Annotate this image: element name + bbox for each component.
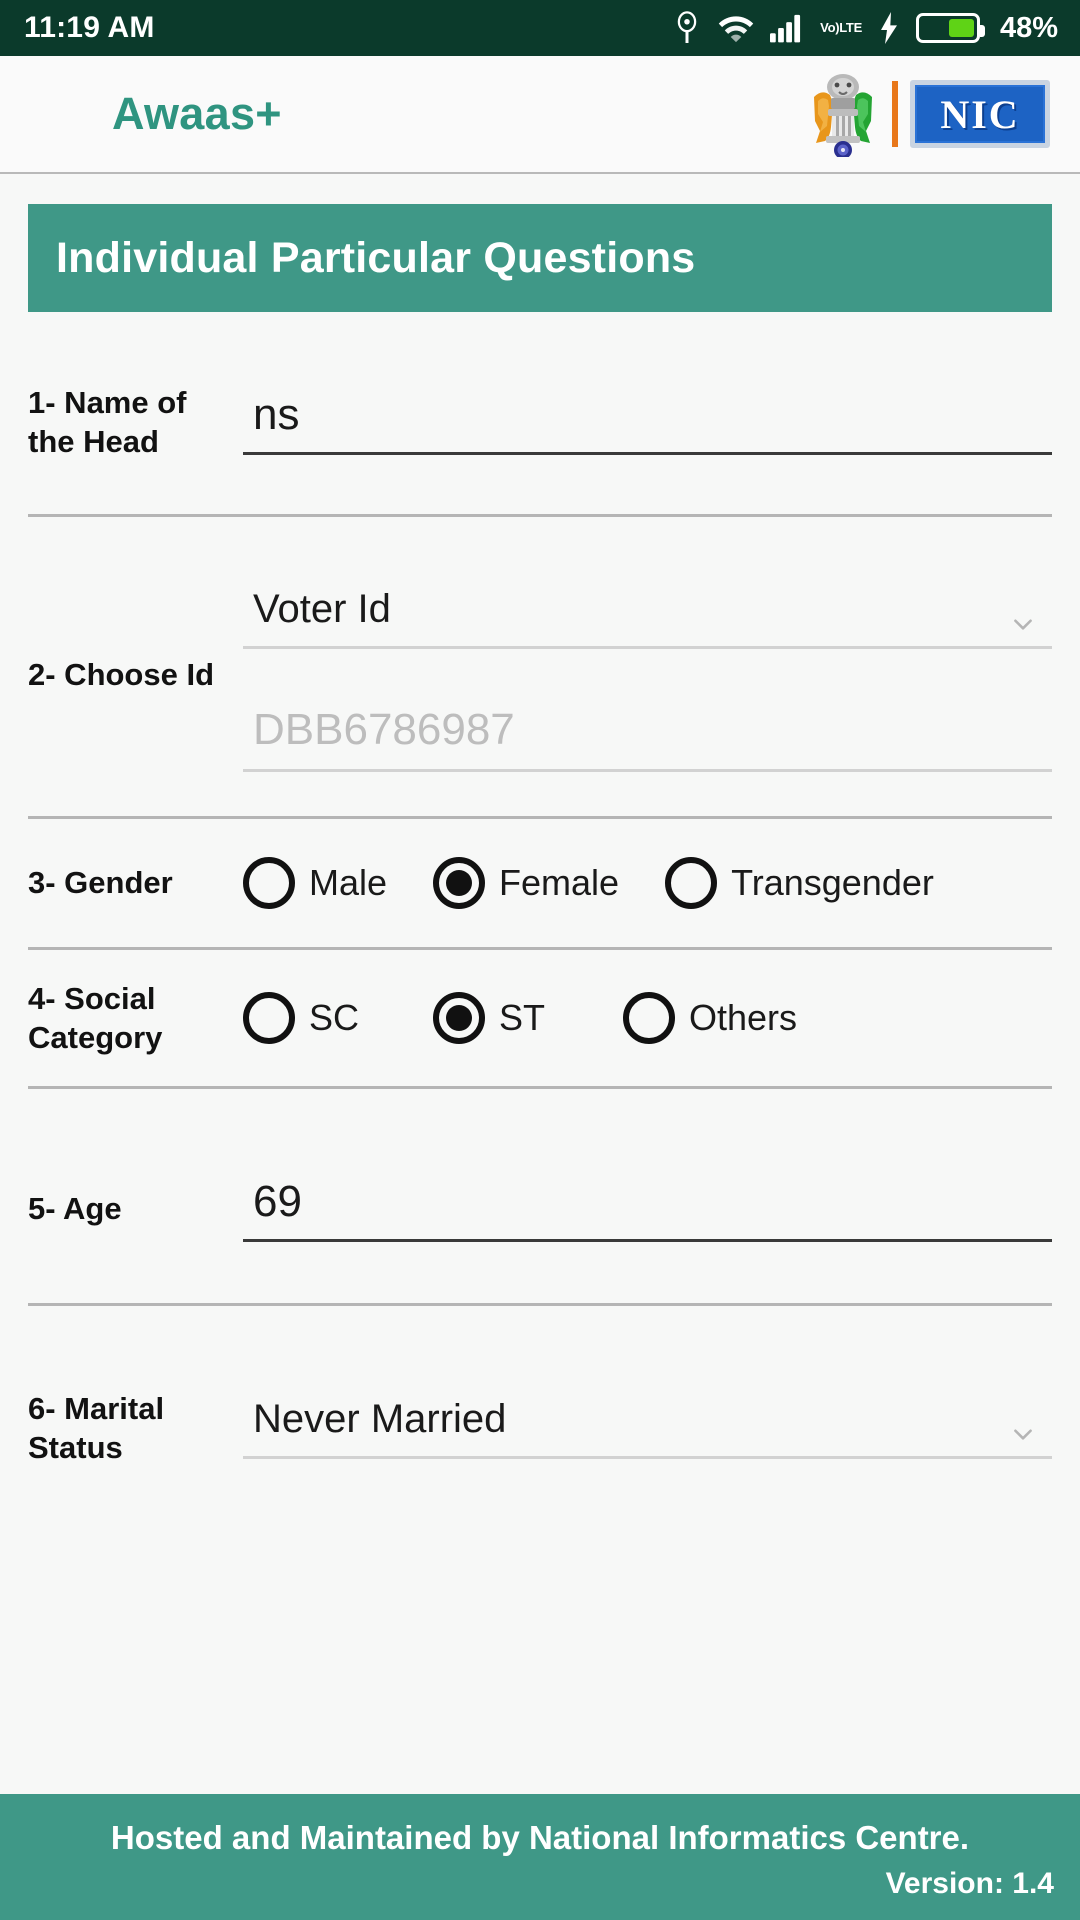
social-category-radio-group: SC ST Others [243,992,1052,1044]
social-option-st[interactable]: ST [433,992,623,1044]
question-6-label: 6- Marital Status [28,1390,165,1465]
section-header: Individual Particular Questions [28,204,1052,312]
question-row-marital-status: 6- Marital Status Never Married [0,1380,1080,1476]
gender-option-female[interactable]: Female [433,857,619,909]
radio-icon[interactable] [623,992,675,1044]
question-row-age: 5- Age 69 [0,1161,1080,1257]
marital-status-dropdown[interactable]: Never Married [243,1397,1052,1459]
question-row-gender: 3- Gender Male Female Transgender [0,819,1080,947]
social-option-sc[interactable]: SC [243,992,433,1044]
gender-option-transgender[interactable]: Transgender [665,857,934,909]
footer-text: Hosted and Maintained by National Inform… [110,1819,970,1856]
volte-icon: Vo) LTE [820,20,862,35]
choose-id-fields: Voter Id DBB6786987 [243,587,1052,772]
status-time: 11:19 AM [24,11,155,44]
signal-icon [770,13,804,43]
status-bar: 11:19 AM Vo) LTE 48% [0,0,1080,56]
form-content: Individual Particular Questions 1- Name … [0,174,1080,1794]
marital-status-field-wrap: Never Married [243,1397,1052,1459]
social-option-st-label: ST [499,997,546,1038]
question-1-label: 1- Name of the Head [28,384,187,459]
gender-option-transgender-label: Transgender [731,862,934,903]
gender-option-male[interactable]: Male [243,857,387,909]
footer-version: Version: 1.4 [885,1867,1054,1900]
app-bar: Awaas+ NIC [0,56,1080,174]
hotspot-icon [672,11,702,45]
age-input[interactable]: 69 [243,1177,1052,1242]
chevron-down-icon [1010,1412,1036,1440]
question-2-label: 2- Choose Id [28,657,215,692]
id-number-input[interactable]: DBB6786987 [243,705,1052,772]
name-input[interactable]: ns [243,390,1052,455]
question-row-name: 1- Name of the Head ns [0,374,1080,470]
question-block-choose-id: 2- Choose Id Voter Id DBB6786987 [0,517,1080,772]
question-row-social-category: 4- Social Category SC ST Others [0,950,1080,1086]
status-icon-tray: Vo) LTE 48% [672,11,1058,45]
nic-logo: NIC [910,80,1050,148]
id-type-dropdown[interactable]: Voter Id [243,587,1052,649]
charging-bolt-icon [878,12,900,44]
chevron-down-icon [1010,602,1036,630]
gender-option-female-label: Female [499,862,620,903]
age-field-wrap: 69 [243,1177,1052,1242]
social-option-sc-label: SC [309,997,360,1038]
gender-option-male-label: Male [309,862,388,903]
radio-icon-selected[interactable] [433,857,486,909]
wifi-icon [718,13,754,43]
logo-group: NIC [806,71,1050,159]
gender-radio-group: Male Female Transgender [243,857,1052,909]
question-4-label: 4- Social Category [28,980,163,1055]
logo-divider [892,81,898,147]
india-national-emblem-icon [806,71,880,159]
battery-icon [915,13,985,43]
app-title: Awaas+ [112,88,282,139]
radio-icon[interactable] [243,857,295,909]
nic-logo-text: NIC [940,91,1020,137]
divider [28,1303,1052,1306]
app-screen: 11:19 AM Vo) LTE 48% Awaas+ NIC Individu… [0,0,1080,1920]
footer: Hosted and Maintained by National Inform… [0,1794,1080,1920]
social-option-others[interactable]: Others [623,992,797,1044]
social-option-others-label: Others [689,997,798,1038]
question-3-label: 3- Gender [28,865,173,901]
question-5-label: 5- Age [28,1191,122,1227]
question-row-choose-id: 2- Choose Id Voter Id DBB6786987 [0,587,1080,772]
name-field-wrap: ns [243,390,1052,455]
divider [28,1086,1052,1089]
radio-icon-selected[interactable] [433,992,485,1044]
battery-percent-label: 48% [999,11,1058,44]
marital-status-selected-value: Never Married [253,1397,507,1441]
radio-icon[interactable] [665,857,718,909]
id-type-selected-value: Voter Id [253,587,391,631]
radio-icon[interactable] [243,992,295,1044]
section-title: Individual Particular Questions [56,233,696,282]
